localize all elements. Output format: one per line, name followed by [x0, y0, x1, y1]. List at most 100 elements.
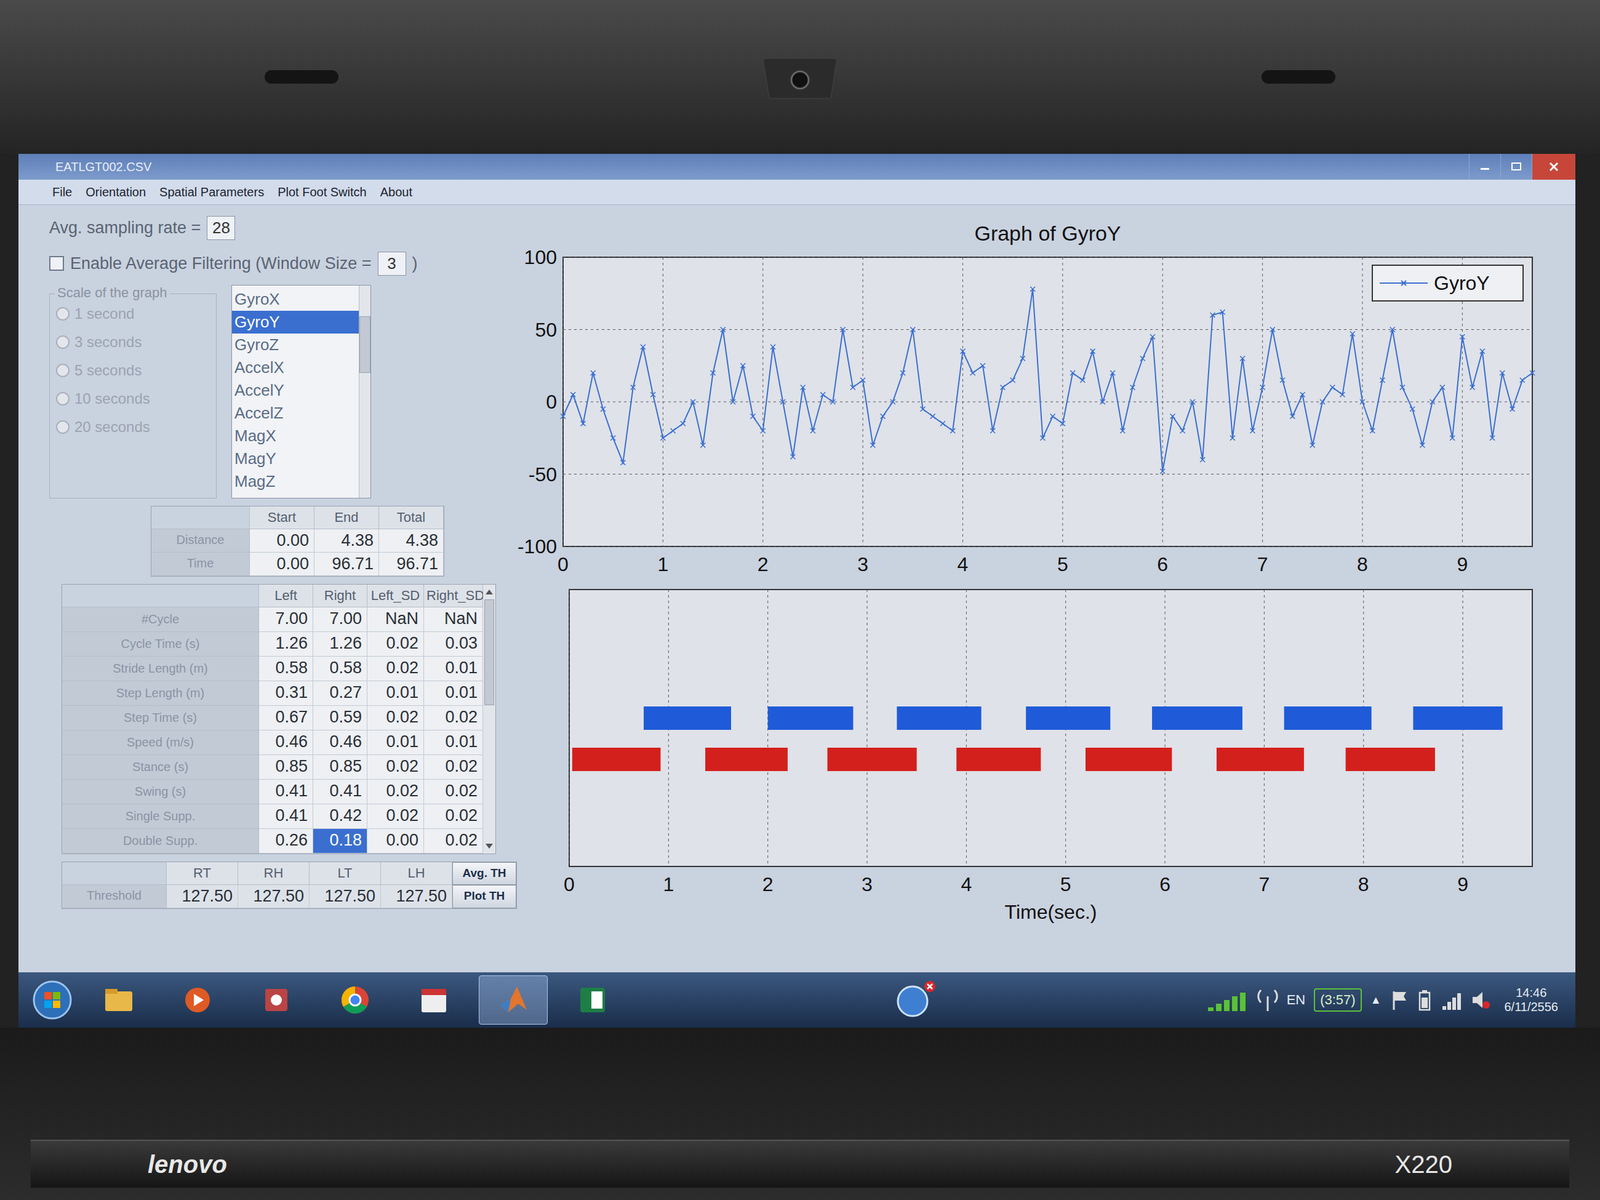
signal-item[interactable]: GyroX	[232, 288, 359, 311]
clock[interactable]: 14:46 6/11/2556	[1499, 985, 1564, 1015]
table-cell[interactable]: 1.26	[313, 632, 368, 657]
scroll-thumb[interactable]	[359, 316, 371, 373]
table-cell[interactable]: 4.38	[379, 529, 444, 553]
table-cell[interactable]: 0.02	[367, 755, 424, 780]
menu-item[interactable]: Orientation	[85, 185, 146, 200]
table-cell[interactable]: 0.01	[424, 656, 484, 682]
signal-list[interactable]: GyroXGyroYGyroZAccelXAccelYAccelZMagXMag…	[231, 284, 372, 499]
table-cell[interactable]: 0.01	[424, 681, 484, 706]
menu-item[interactable]: File	[52, 185, 72, 200]
threshold-cell[interactable]: 127.50	[166, 884, 239, 909]
threshold-cell[interactable]: 127.50	[238, 884, 310, 909]
table-cell[interactable]: 0.85	[259, 755, 314, 780]
scale-option[interactable]: 5 seconds	[56, 361, 210, 380]
table-cell[interactable]: 0.46	[259, 730, 314, 756]
table-cell[interactable]: 0.41	[259, 779, 314, 805]
threshold-cell[interactable]: 127.50	[380, 884, 453, 909]
table-cell[interactable]: 0.01	[367, 681, 424, 706]
taskbar-app[interactable]	[558, 976, 627, 1024]
table-cell[interactable]: 0.00	[249, 529, 315, 553]
table-cell[interactable]: 0.02	[367, 705, 424, 731]
battery-icon[interactable]	[1417, 988, 1432, 1012]
table-cell[interactable]: 0.59	[313, 705, 368, 731]
table-cell[interactable]: 0.02	[424, 705, 484, 731]
menu-item[interactable]: About	[380, 185, 413, 200]
table-cell[interactable]: 0.02	[424, 804, 484, 829]
filter-checkbox[interactable]	[49, 256, 64, 271]
table-cell[interactable]: 0.27	[313, 681, 368, 706]
antenna-icon[interactable]	[1257, 987, 1279, 1013]
speaker-icon[interactable]	[1470, 988, 1492, 1012]
scale-option[interactable]: 20 seconds	[56, 418, 210, 436]
start-button-icon[interactable]	[30, 978, 74, 1022]
table-cell[interactable]: 96.71	[314, 552, 380, 576]
table-cell[interactable]: 7.00	[313, 607, 368, 632]
table-cell[interactable]: 0.01	[424, 730, 484, 756]
table-cell[interactable]: 0.02	[367, 656, 424, 682]
radio-button[interactable]	[56, 335, 70, 349]
signal-item[interactable]: AccelX	[232, 356, 359, 380]
taskbar-app[interactable]	[84, 976, 153, 1024]
signal-item[interactable]: MagX	[232, 424, 359, 448]
radio-button[interactable]	[56, 363, 70, 378]
scale-option[interactable]: 1 second	[56, 305, 210, 323]
table-cell[interactable]: NaN	[367, 607, 424, 632]
scroll-down-icon[interactable]	[485, 843, 493, 849]
table-cell[interactable]: 0.00	[249, 552, 315, 576]
taskbar-app[interactable]	[163, 976, 232, 1024]
table-cell[interactable]: NaN	[424, 607, 484, 632]
taskbar-app[interactable]	[891, 976, 941, 1024]
radio-button[interactable]	[56, 392, 70, 406]
table-cell[interactable]: 4.38	[314, 529, 380, 553]
avg-th-button[interactable]: Avg. TH	[452, 862, 517, 885]
close-button[interactable]	[1531, 153, 1576, 180]
table-cell[interactable]: 0.02	[424, 779, 484, 805]
taskbar-app[interactable]	[242, 976, 311, 1024]
table-cell[interactable]: 0.41	[259, 804, 314, 829]
table-cell[interactable]: 0.85	[313, 755, 368, 780]
taskbar-app[interactable]	[478, 975, 548, 1025]
signal-item[interactable]: GyroY	[232, 310, 359, 334]
scroll-thumb[interactable]	[484, 599, 495, 706]
signal-item[interactable]: MagY	[232, 447, 359, 471]
taskbar-app[interactable]	[321, 976, 389, 1024]
table-cell[interactable]: 0.18	[313, 828, 368, 854]
menu-item[interactable]: Spatial Parameters	[159, 185, 264, 200]
battery-time[interactable]: (3:57)	[1313, 988, 1362, 1012]
plot-th-button[interactable]: Plot TH	[452, 884, 517, 909]
signal-item[interactable]: GyroZ	[232, 333, 359, 357]
taskbar-app[interactable]	[400, 976, 468, 1024]
table-cell[interactable]: 0.42	[313, 804, 368, 829]
signal-item[interactable]: AccelZ	[232, 401, 359, 425]
show-hidden-icons[interactable]: ▲	[1370, 993, 1382, 1007]
table-cell[interactable]: 0.31	[259, 681, 314, 706]
table-cell[interactable]: 0.01	[367, 730, 424, 756]
table-cell[interactable]: 0.02	[424, 755, 484, 780]
table-cell[interactable]: 0.00	[367, 828, 424, 854]
minimize-button[interactable]	[1468, 153, 1501, 180]
menu-item[interactable]: Plot Foot Switch	[277, 185, 367, 200]
table-cell[interactable]: 96.71	[379, 552, 444, 576]
table-cell[interactable]: 0.26	[259, 828, 314, 854]
signal-item[interactable]: AccelY	[232, 379, 359, 402]
table-cell[interactable]: 0.58	[259, 656, 314, 682]
signal-bars-icon[interactable]	[1205, 987, 1249, 1013]
table-cell[interactable]: 1.26	[259, 632, 314, 657]
maximize-button[interactable]	[1500, 153, 1532, 180]
radio-button[interactable]	[56, 307, 70, 321]
table-cell[interactable]: 0.03	[424, 632, 484, 657]
language-indicator[interactable]: EN	[1286, 992, 1306, 1008]
window-size-field[interactable]: 3	[377, 251, 407, 276]
flag-icon[interactable]	[1390, 988, 1409, 1012]
table-cell[interactable]: 0.41	[313, 779, 368, 805]
table-cell[interactable]: 0.02	[367, 632, 424, 657]
scale-option[interactable]: 10 seconds	[56, 390, 210, 408]
table-cell[interactable]: 0.67	[259, 705, 314, 731]
radio-button[interactable]	[56, 420, 70, 434]
scale-option[interactable]: 3 seconds	[56, 333, 210, 351]
network-icon[interactable]	[1440, 988, 1462, 1012]
table-scrollbar[interactable]	[483, 584, 496, 854]
table-cell[interactable]: 0.58	[313, 656, 368, 682]
table-cell[interactable]: 0.46	[313, 730, 368, 756]
threshold-cell[interactable]: 127.50	[309, 884, 381, 909]
